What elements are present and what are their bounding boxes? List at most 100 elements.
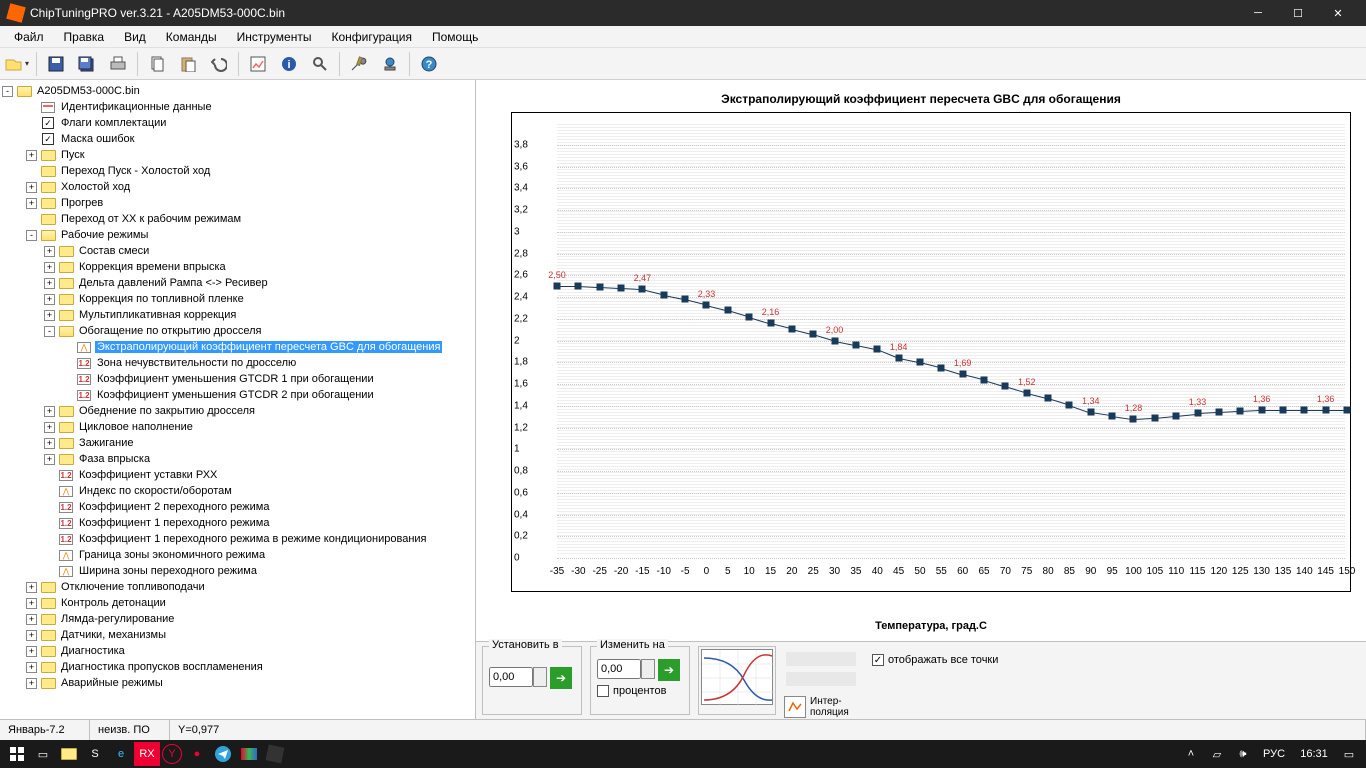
- miniplot[interactable]: [701, 649, 773, 705]
- tree-item-16[interactable]: 1.2Зона нечувствительности по дросселю: [2, 355, 473, 371]
- record-icon[interactable]: ●: [184, 742, 210, 766]
- tree-item-32[interactable]: +Лямда-регулирование: [2, 611, 473, 627]
- save-button[interactable]: [41, 50, 71, 78]
- tray-volume-icon[interactable]: 🕪: [1230, 742, 1256, 766]
- xtick: 55: [936, 566, 947, 577]
- chiptuning-task-icon[interactable]: [262, 742, 288, 766]
- tree-item-icon: [40, 181, 56, 194]
- changeby-input[interactable]: [597, 659, 641, 679]
- showall-checkbox[interactable]: ✓отображать все точки: [872, 654, 998, 666]
- tray-clock[interactable]: 16:31: [1292, 742, 1336, 766]
- tree-item-13[interactable]: +Мультипликативная коррекция: [2, 307, 473, 323]
- slider-b[interactable]: [786, 672, 856, 686]
- tree-view[interactable]: -A205DM53-000C.binИдентификационные данн…: [0, 80, 476, 719]
- yandex-icon[interactable]: Y: [162, 744, 182, 764]
- tray-screen-icon[interactable]: ▱: [1204, 742, 1230, 766]
- tree-item-21[interactable]: +Зажигание: [2, 435, 473, 451]
- interp-button[interactable]: [784, 696, 806, 718]
- tree-item-29[interactable]: ⋀Ширина зоны переходного режима: [2, 563, 473, 579]
- open-button[interactable]: [2, 50, 32, 78]
- tree-item-8[interactable]: -Рабочие режимы: [2, 227, 473, 243]
- chart-button[interactable]: [243, 50, 273, 78]
- chart[interactable]: Коэффициент коррекции 00,20,40,60,811,21…: [511, 112, 1351, 592]
- tree-item-label: Ширина зоны переходного режима: [77, 565, 259, 577]
- tree-item-22[interactable]: +Фаза впрыска: [2, 451, 473, 467]
- taskview-icon[interactable]: ▭: [30, 742, 56, 766]
- tree-item-12[interactable]: +Коррекция по топливной пленке: [2, 291, 473, 307]
- tree-item-36[interactable]: +Аварийные режимы: [2, 675, 473, 691]
- tree-item-23[interactable]: 1.2Коэффициент уставки РХХ: [2, 467, 473, 483]
- changeby-apply-button[interactable]: ➔: [658, 659, 680, 681]
- tree-item-27[interactable]: 1.2Коэффициент 1 переходного режима в ре…: [2, 531, 473, 547]
- tree-item-label: Отключение топливоподачи: [59, 581, 207, 593]
- close-button[interactable]: ✕: [1318, 0, 1358, 26]
- tree-item-7[interactable]: Переход от XX к рабочим режимам: [2, 211, 473, 227]
- edge-icon[interactable]: e: [108, 742, 134, 766]
- tree-item-34[interactable]: +Диагностика: [2, 643, 473, 659]
- explorer-icon[interactable]: [56, 742, 82, 766]
- network-button[interactable]: [375, 50, 405, 78]
- tree-item-26[interactable]: 1.2Коэффициент 1 переходного режима: [2, 515, 473, 531]
- search-button[interactable]: [305, 50, 335, 78]
- tree-item-28[interactable]: ⋀Граница зоны экономичного режима: [2, 547, 473, 563]
- changeby-spinner[interactable]: [641, 659, 655, 679]
- ytick: 3,4: [514, 183, 528, 194]
- setto-input[interactable]: [489, 667, 533, 687]
- undo-button[interactable]: [204, 50, 234, 78]
- plot-area[interactable]: [557, 123, 1345, 556]
- tree-item-24[interactable]: ⋀Индекс по скорости/оборотам: [2, 483, 473, 499]
- help-button[interactable]: ?: [414, 50, 444, 78]
- tree-item-35[interactable]: +Диагностика пропусков воспламенения: [2, 659, 473, 675]
- app2-icon[interactable]: [236, 742, 262, 766]
- tree-item-18[interactable]: 1.2Коэффициент уменьшения GTCDR 2 при об…: [2, 387, 473, 403]
- tree-item-3[interactable]: +Пуск: [2, 147, 473, 163]
- tree-item-19[interactable]: +Обеднение по закрытию дросселя: [2, 403, 473, 419]
- tree-item-15[interactable]: ⋀Экстраполирующий коэффициент пересчета …: [2, 339, 473, 355]
- setto-apply-button[interactable]: ➔: [550, 667, 572, 689]
- menu-4[interactable]: Инструменты: [227, 27, 322, 47]
- tray-chevron-icon[interactable]: ˄: [1178, 742, 1204, 766]
- tree-item-10[interactable]: +Коррекция времени впрыска: [2, 259, 473, 275]
- skype-icon[interactable]: S: [82, 742, 108, 766]
- telegram-icon[interactable]: [210, 742, 236, 766]
- menu-1[interactable]: Правка: [54, 27, 115, 47]
- tools-button[interactable]: [344, 50, 374, 78]
- minimize-button[interactable]: ─: [1238, 0, 1278, 26]
- tree-item-2[interactable]: ✓Маска ошибок: [2, 131, 473, 147]
- tree-item-5[interactable]: +Холостой ход: [2, 179, 473, 195]
- tree-item-17[interactable]: 1.2Коэффициент уменьшения GTCDR 1 при об…: [2, 371, 473, 387]
- menu-5[interactable]: Конфигурация: [321, 27, 422, 47]
- menu-6[interactable]: Помощь: [422, 27, 488, 47]
- menu-2[interactable]: Вид: [114, 27, 156, 47]
- tree-item-14[interactable]: -Обогащение по открытию дросселя: [2, 323, 473, 339]
- print-button[interactable]: [103, 50, 133, 78]
- tree-item-33[interactable]: +Датчики, механизмы: [2, 627, 473, 643]
- paste-button[interactable]: [173, 50, 203, 78]
- menu-3[interactable]: Команды: [156, 27, 227, 47]
- saveall-button[interactable]: [72, 50, 102, 78]
- tree-root[interactable]: -A205DM53-000C.bin: [2, 83, 473, 99]
- info-button[interactable]: i: [274, 50, 304, 78]
- tree-item-20[interactable]: +Цикловое наполнение: [2, 419, 473, 435]
- menu-0[interactable]: Файл: [4, 27, 54, 47]
- xtick: 70: [1000, 566, 1011, 577]
- tree-item-6[interactable]: +Прогрев: [2, 195, 473, 211]
- tree-item-1[interactable]: ✓Флаги комплектации: [2, 115, 473, 131]
- maximize-button[interactable]: ☐: [1278, 0, 1318, 26]
- app1-icon[interactable]: RX: [134, 742, 160, 766]
- tray-lang[interactable]: РУС: [1256, 742, 1292, 766]
- tree-item-4[interactable]: Переход Пуск - Холостой ход: [2, 163, 473, 179]
- tree-item-25[interactable]: 1.2Коэффициент 2 переходного режима: [2, 499, 473, 515]
- tree-item-9[interactable]: +Состав смеси: [2, 243, 473, 259]
- tree-item-31[interactable]: +Контроль детонации: [2, 595, 473, 611]
- tree-item-0[interactable]: Идентификационные данные: [2, 99, 473, 115]
- slider-a[interactable]: [786, 652, 856, 666]
- setto-spinner[interactable]: [533, 667, 547, 687]
- tree-item-30[interactable]: +Отключение топливоподачи: [2, 579, 473, 595]
- data-point[interactable]: [1344, 407, 1351, 414]
- percent-checkbox[interactable]: процентов: [597, 685, 683, 697]
- start-button[interactable]: [4, 742, 30, 766]
- copy-button[interactable]: [142, 50, 172, 78]
- tray-notifications-icon[interactable]: ▭: [1336, 742, 1362, 766]
- tree-item-11[interactable]: +Дельта давлений Рампа <-> Ресивер: [2, 275, 473, 291]
